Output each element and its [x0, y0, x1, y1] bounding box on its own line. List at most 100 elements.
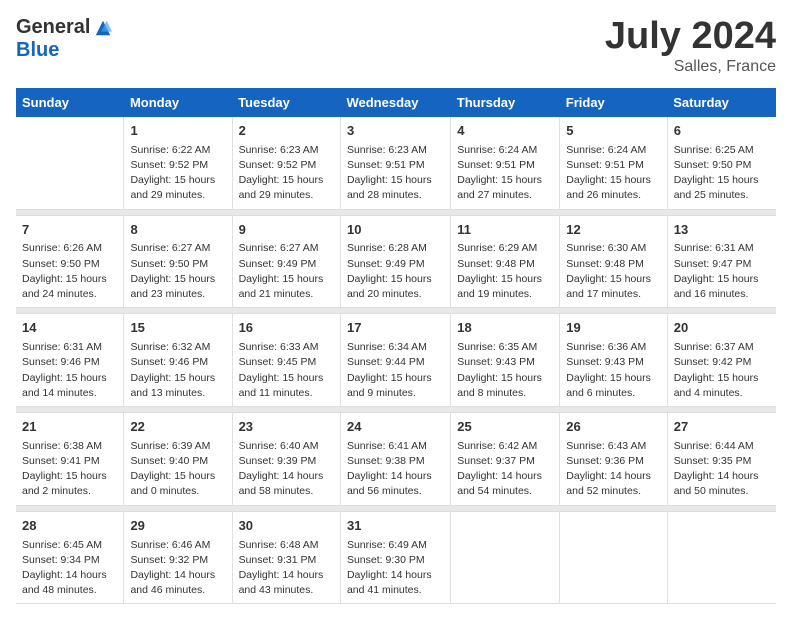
day-number: 26 [566, 418, 660, 437]
day-info: Sunrise: 6:31 AMSunset: 9:46 PMDaylight:… [22, 340, 117, 401]
header-sunday: Sunday [16, 88, 124, 117]
day-cell [451, 511, 560, 604]
header-wednesday: Wednesday [340, 88, 450, 117]
day-info: Sunrise: 6:48 AMSunset: 9:31 PMDaylight:… [239, 538, 334, 599]
day-cell: 18 Sunrise: 6:35 AMSunset: 9:43 PMDayligh… [451, 314, 560, 407]
day-cell: 10Sunrise: 6:28 AMSunset: 9:49 PMDayligh… [340, 215, 450, 308]
day-info: Sunrise: 6:37 AMSunset: 9:42 PMDaylight:… [674, 340, 770, 401]
day-info: Sunrise: 6:22 AMSunset: 9:52 PMDaylight:… [130, 143, 225, 204]
title-block: July 2024 Salles, France [605, 16, 776, 76]
day-cell [16, 117, 124, 209]
day-cell: 21Sunrise: 6:38 AMSunset: 9:41 PMDayligh… [16, 412, 124, 505]
day-cell: 23Sunrise: 6:40 AMSunset: 9:39 PMDayligh… [232, 412, 340, 505]
day-cell: 9Sunrise: 6:27 AMSunset: 9:49 PMDaylight… [232, 215, 340, 308]
day-number: 31 [347, 517, 444, 536]
day-number: 27 [674, 418, 770, 437]
day-info: Sunrise: 6:39 AMSunset: 9:40 PMDaylight:… [130, 439, 225, 500]
day-number: 3 [347, 122, 444, 141]
week-row-1: 1 Sunrise: 6:22 AMSunset: 9:52 PMDaylight… [16, 117, 776, 209]
month-year-title: July 2024 [605, 16, 776, 58]
day-number: 16 [239, 319, 334, 338]
week-row-2: 7Sunrise: 6:26 AMSunset: 9:50 PMDaylight… [16, 215, 776, 308]
day-number: 22 [130, 418, 225, 437]
day-info: Sunrise: 6:34 AMSunset: 9:44 PMDaylight:… [347, 340, 444, 401]
day-number: 1 [130, 122, 225, 141]
day-number: 20 [674, 319, 770, 338]
day-number: 14 [22, 319, 117, 338]
header-monday: Monday [124, 88, 232, 117]
day-info: Sunrise: 6:27 AMSunset: 9:50 PMDaylight:… [130, 241, 225, 302]
day-info: Sunrise: 6:25 AMSunset: 9:50 PMDaylight:… [674, 143, 770, 204]
day-cell: 12Sunrise: 6:30 AMSunset: 9:48 PMDayligh… [560, 215, 667, 308]
day-info: Sunrise: 6:41 AMSunset: 9:38 PMDaylight:… [347, 439, 444, 500]
day-cell: 19Sunrise: 6:36 AMSunset: 9:43 PMDayligh… [560, 314, 667, 407]
day-cell: 25Sunrise: 6:42 AMSunset: 9:37 PMDayligh… [451, 412, 560, 505]
day-number: 19 [566, 319, 660, 338]
day-cell: 16Sunrise: 6:33 AMSunset: 9:45 PMDayligh… [232, 314, 340, 407]
week-row-4: 21Sunrise: 6:38 AMSunset: 9:41 PMDayligh… [16, 412, 776, 505]
day-info: Sunrise: 6:49 AMSunset: 9:30 PMDaylight:… [347, 538, 444, 599]
day-info: Sunrise: 6:30 AMSunset: 9:48 PMDaylight:… [566, 241, 660, 302]
day-number: 23 [239, 418, 334, 437]
day-number: 11 [457, 221, 553, 240]
day-cell: 1 Sunrise: 6:22 AMSunset: 9:52 PMDaylight… [124, 117, 232, 209]
day-info: Sunrise: 6:27 AMSunset: 9:49 PMDaylight:… [239, 241, 334, 302]
day-number: 28 [22, 517, 117, 536]
day-number: 10 [347, 221, 444, 240]
day-cell: 29 Sunrise: 6:46 AMSunset: 9:32 PMDayligh… [124, 511, 232, 604]
day-cell: 2 Sunrise: 6:23 AMSunset: 9:52 PMDaylight… [232, 117, 340, 209]
week-row-5: 28 Sunrise: 6:45 AMSunset: 9:34 PMDayligh… [16, 511, 776, 604]
day-cell: 31 Sunrise: 6:49 AMSunset: 9:30 PMDayligh… [340, 511, 450, 604]
day-info: Sunrise: 6:24 AMSunset: 9:51 PMDaylight:… [566, 143, 660, 204]
day-number: 15 [130, 319, 225, 338]
day-number: 18 [457, 319, 553, 338]
day-number: 24 [347, 418, 444, 437]
day-info: Sunrise: 6:46 AMSunset: 9:32 PMDaylight:… [130, 538, 225, 599]
day-cell: 7Sunrise: 6:26 AMSunset: 9:50 PMDaylight… [16, 215, 124, 308]
header-friday: Friday [560, 88, 667, 117]
day-number: 21 [22, 418, 117, 437]
day-number: 13 [674, 221, 770, 240]
page-header: General Blue July 2024 Salles, France [16, 16, 776, 76]
day-cell: 6Sunrise: 6:25 AMSunset: 9:50 PMDaylight… [667, 117, 776, 209]
day-info: Sunrise: 6:24 AMSunset: 9:51 PMDaylight:… [457, 143, 553, 204]
day-cell: 14 Sunrise: 6:31 AMSunset: 9:46 PMDayligh… [16, 314, 124, 407]
location-subtitle: Salles, France [605, 58, 776, 76]
day-cell: 15 Sunrise: 6:32 AMSunset: 9:46 PMDayligh… [124, 314, 232, 407]
day-number: 4 [457, 122, 553, 141]
day-cell [560, 511, 667, 604]
day-info: Sunrise: 6:26 AMSunset: 9:50 PMDaylight:… [22, 241, 117, 302]
day-info: Sunrise: 6:32 AMSunset: 9:46 PMDaylight:… [130, 340, 225, 401]
day-number: 30 [239, 517, 334, 536]
day-info: Sunrise: 6:45 AMSunset: 9:34 PMDaylight:… [22, 538, 117, 599]
day-number: 2 [239, 122, 334, 141]
day-cell: 27 Sunrise: 6:44 AMSunset: 9:35 PMDayligh… [667, 412, 776, 505]
day-cell: 17 Sunrise: 6:34 AMSunset: 9:44 PMDayligh… [340, 314, 450, 407]
day-info: Sunrise: 6:44 AMSunset: 9:35 PMDaylight:… [674, 439, 770, 500]
calendar-table: SundayMondayTuesdayWednesdayThursdayFrid… [16, 88, 776, 605]
week-row-3: 14 Sunrise: 6:31 AMSunset: 9:46 PMDayligh… [16, 314, 776, 407]
day-info: Sunrise: 6:23 AMSunset: 9:51 PMDaylight:… [347, 143, 444, 204]
day-cell: 20 Sunrise: 6:37 AMSunset: 9:42 PMDayligh… [667, 314, 776, 407]
day-number: 8 [130, 221, 225, 240]
day-cell: 3 Sunrise: 6:23 AMSunset: 9:51 PMDaylight… [340, 117, 450, 209]
day-cell: 30 Sunrise: 6:48 AMSunset: 9:31 PMDayligh… [232, 511, 340, 604]
day-info: Sunrise: 6:23 AMSunset: 9:52 PMDaylight:… [239, 143, 334, 204]
day-cell: 26Sunrise: 6:43 AMSunset: 9:36 PMDayligh… [560, 412, 667, 505]
day-number: 5 [566, 122, 660, 141]
day-info: Sunrise: 6:42 AMSunset: 9:37 PMDaylight:… [457, 439, 553, 500]
header-tuesday: Tuesday [232, 88, 340, 117]
day-cell: 22 Sunrise: 6:39 AMSunset: 9:40 PMDayligh… [124, 412, 232, 505]
day-cell: 13Sunrise: 6:31 AMSunset: 9:47 PMDayligh… [667, 215, 776, 308]
logo-general-text: General [16, 16, 90, 39]
day-cell: 4 Sunrise: 6:24 AMSunset: 9:51 PMDaylight… [451, 117, 560, 209]
day-number: 29 [130, 517, 225, 536]
day-info: Sunrise: 6:35 AMSunset: 9:43 PMDaylight:… [457, 340, 553, 401]
day-info: Sunrise: 6:31 AMSunset: 9:47 PMDaylight:… [674, 241, 770, 302]
day-cell: 5 Sunrise: 6:24 AMSunset: 9:51 PMDaylight… [560, 117, 667, 209]
day-cell: 24 Sunrise: 6:41 AMSunset: 9:38 PMDayligh… [340, 412, 450, 505]
day-number: 17 [347, 319, 444, 338]
day-cell: 8Sunrise: 6:27 AMSunset: 9:50 PMDaylight… [124, 215, 232, 308]
day-info: Sunrise: 6:29 AMSunset: 9:48 PMDaylight:… [457, 241, 553, 302]
calendar-header-row: SundayMondayTuesdayWednesdayThursdayFrid… [16, 88, 776, 117]
